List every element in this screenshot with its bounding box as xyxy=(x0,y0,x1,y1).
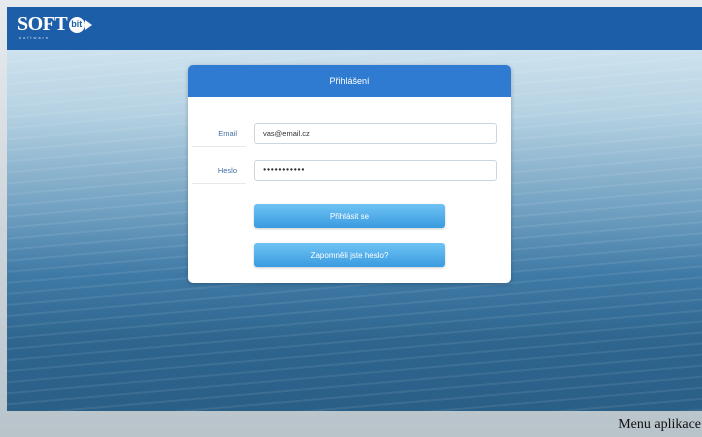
password-field[interactable]: ●●●●●●●●●●● xyxy=(254,160,497,181)
email-field[interactable]: vas@email.cz xyxy=(254,123,497,144)
login-button[interactable]: Přihlásit se xyxy=(254,204,445,228)
caption-label: Menu aplikace xyxy=(618,417,701,432)
softbit-logo[interactable]: SOFT bit xyxy=(17,13,93,35)
password-divider xyxy=(192,183,246,184)
app-screen: SOFT bit software Přihlášení Email vas@e… xyxy=(7,7,702,411)
email-divider xyxy=(192,146,246,147)
logo-badge-text: bit xyxy=(71,19,83,29)
password-label: Heslo xyxy=(217,166,237,175)
screenshot-frame: SOFT bit software Přihlášení Email vas@e… xyxy=(0,0,702,437)
logo-text: SOFT xyxy=(17,13,68,35)
logo-subtitle: software xyxy=(19,35,51,40)
email-label: Email xyxy=(218,129,237,138)
login-title: Přihlášení xyxy=(188,65,511,97)
top-bar: SOFT bit software xyxy=(7,7,702,50)
forgot-password-button[interactable]: Zapomněli jste heslo? xyxy=(254,243,445,267)
login-card: Přihlášení Email vas@email.cz Heslo ●●●●… xyxy=(188,65,511,283)
logo-badge-icon: bit xyxy=(69,15,93,35)
